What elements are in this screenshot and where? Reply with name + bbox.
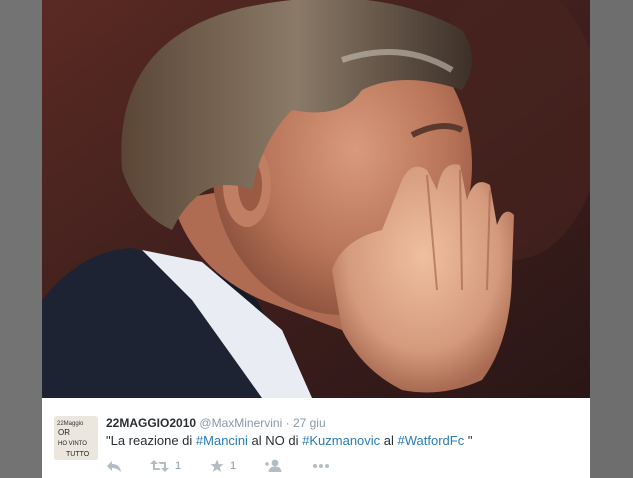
favorite-count: 1 xyxy=(230,460,237,472)
retweet-icon xyxy=(150,460,169,472)
text-segment: " xyxy=(464,433,473,448)
tweet-actions: 1 1 xyxy=(106,458,406,474)
display-name[interactable]: 22MAGGIO2010 xyxy=(106,416,196,430)
avatar-image: 22Maggio OR HO VINTO TUTTO xyxy=(54,416,98,460)
backdrop-left xyxy=(0,0,42,478)
more-dots-icon xyxy=(313,464,329,468)
tweet-photo[interactable] xyxy=(42,0,590,398)
backdrop-right xyxy=(590,0,633,478)
hashtag-link[interactable]: #Mancini xyxy=(196,433,248,448)
avatar-text-3: HO VINTO xyxy=(58,441,87,447)
user-handle[interactable]: @MaxMinervini xyxy=(199,416,282,430)
text-segment: al NO di xyxy=(247,433,303,448)
tweet-timestamp[interactable]: 27 giu xyxy=(293,416,326,430)
star-icon xyxy=(210,459,224,472)
retweet-button[interactable]: 1 xyxy=(150,458,181,474)
reply-button[interactable] xyxy=(106,458,122,474)
text-segment: al xyxy=(380,433,398,448)
retweet-count: 1 xyxy=(175,460,182,472)
reply-icon xyxy=(107,461,121,472)
avatar-text-4: TUTTO xyxy=(66,451,90,458)
header-separator: · xyxy=(285,416,290,430)
favorite-button[interactable]: 1 xyxy=(210,458,236,474)
hashtag-link[interactable]: #Kuzmanovic xyxy=(302,433,380,448)
tweet-body: 22Maggio OR HO VINTO TUTTO 22MAGGIO2010 … xyxy=(42,398,590,478)
media-card: 22Maggio OR HO VINTO TUTTO 22MAGGIO2010 … xyxy=(42,0,590,478)
text-segment: "La reazione di xyxy=(106,433,196,448)
tweet-header: 22MAGGIO2010 @MaxMinervini · 27 giu xyxy=(106,416,326,430)
tweet-text: "La reazione di #Mancini al NO di #Kuzma… xyxy=(106,433,472,448)
photo-illustration xyxy=(42,0,590,398)
hashtag-link[interactable]: #WatfordFc xyxy=(398,433,465,448)
avatar-text-1: 22Maggio xyxy=(57,421,84,427)
follow-button[interactable] xyxy=(264,458,284,474)
follow-icon xyxy=(265,459,282,472)
avatar[interactable]: 22Maggio OR HO VINTO TUTTO xyxy=(54,416,98,460)
more-button[interactable] xyxy=(312,458,330,474)
avatar-text-2: OR xyxy=(58,428,70,437)
